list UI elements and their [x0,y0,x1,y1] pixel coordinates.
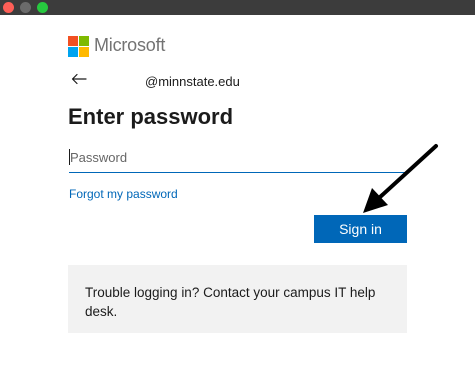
microsoft-logo-icon [68,36,89,57]
minimize-window-button[interactable] [20,2,31,13]
pointer-arrow-icon [363,144,438,213]
help-text: Trouble logging in? Contact your campus … [85,285,376,319]
logo-square-yellow [79,47,89,57]
page-title: Enter password [68,104,234,129]
account-identity: @minnstate.edu [145,74,240,89]
logo-square-blue [68,47,78,57]
close-window-button[interactable] [3,2,14,13]
arrow-left-icon[interactable] [70,71,88,87]
brand-name: Microsoft [94,35,166,55]
zoom-window-button[interactable] [37,2,48,13]
text-caret [69,149,70,165]
logo-square-red [68,36,78,46]
help-panel: Trouble logging in? Contact your campus … [68,265,407,333]
logo-square-green [79,36,89,46]
password-input[interactable] [69,145,400,169]
forgot-password-link[interactable]: Forgot my password [69,187,178,201]
window-titlebar [0,0,475,15]
